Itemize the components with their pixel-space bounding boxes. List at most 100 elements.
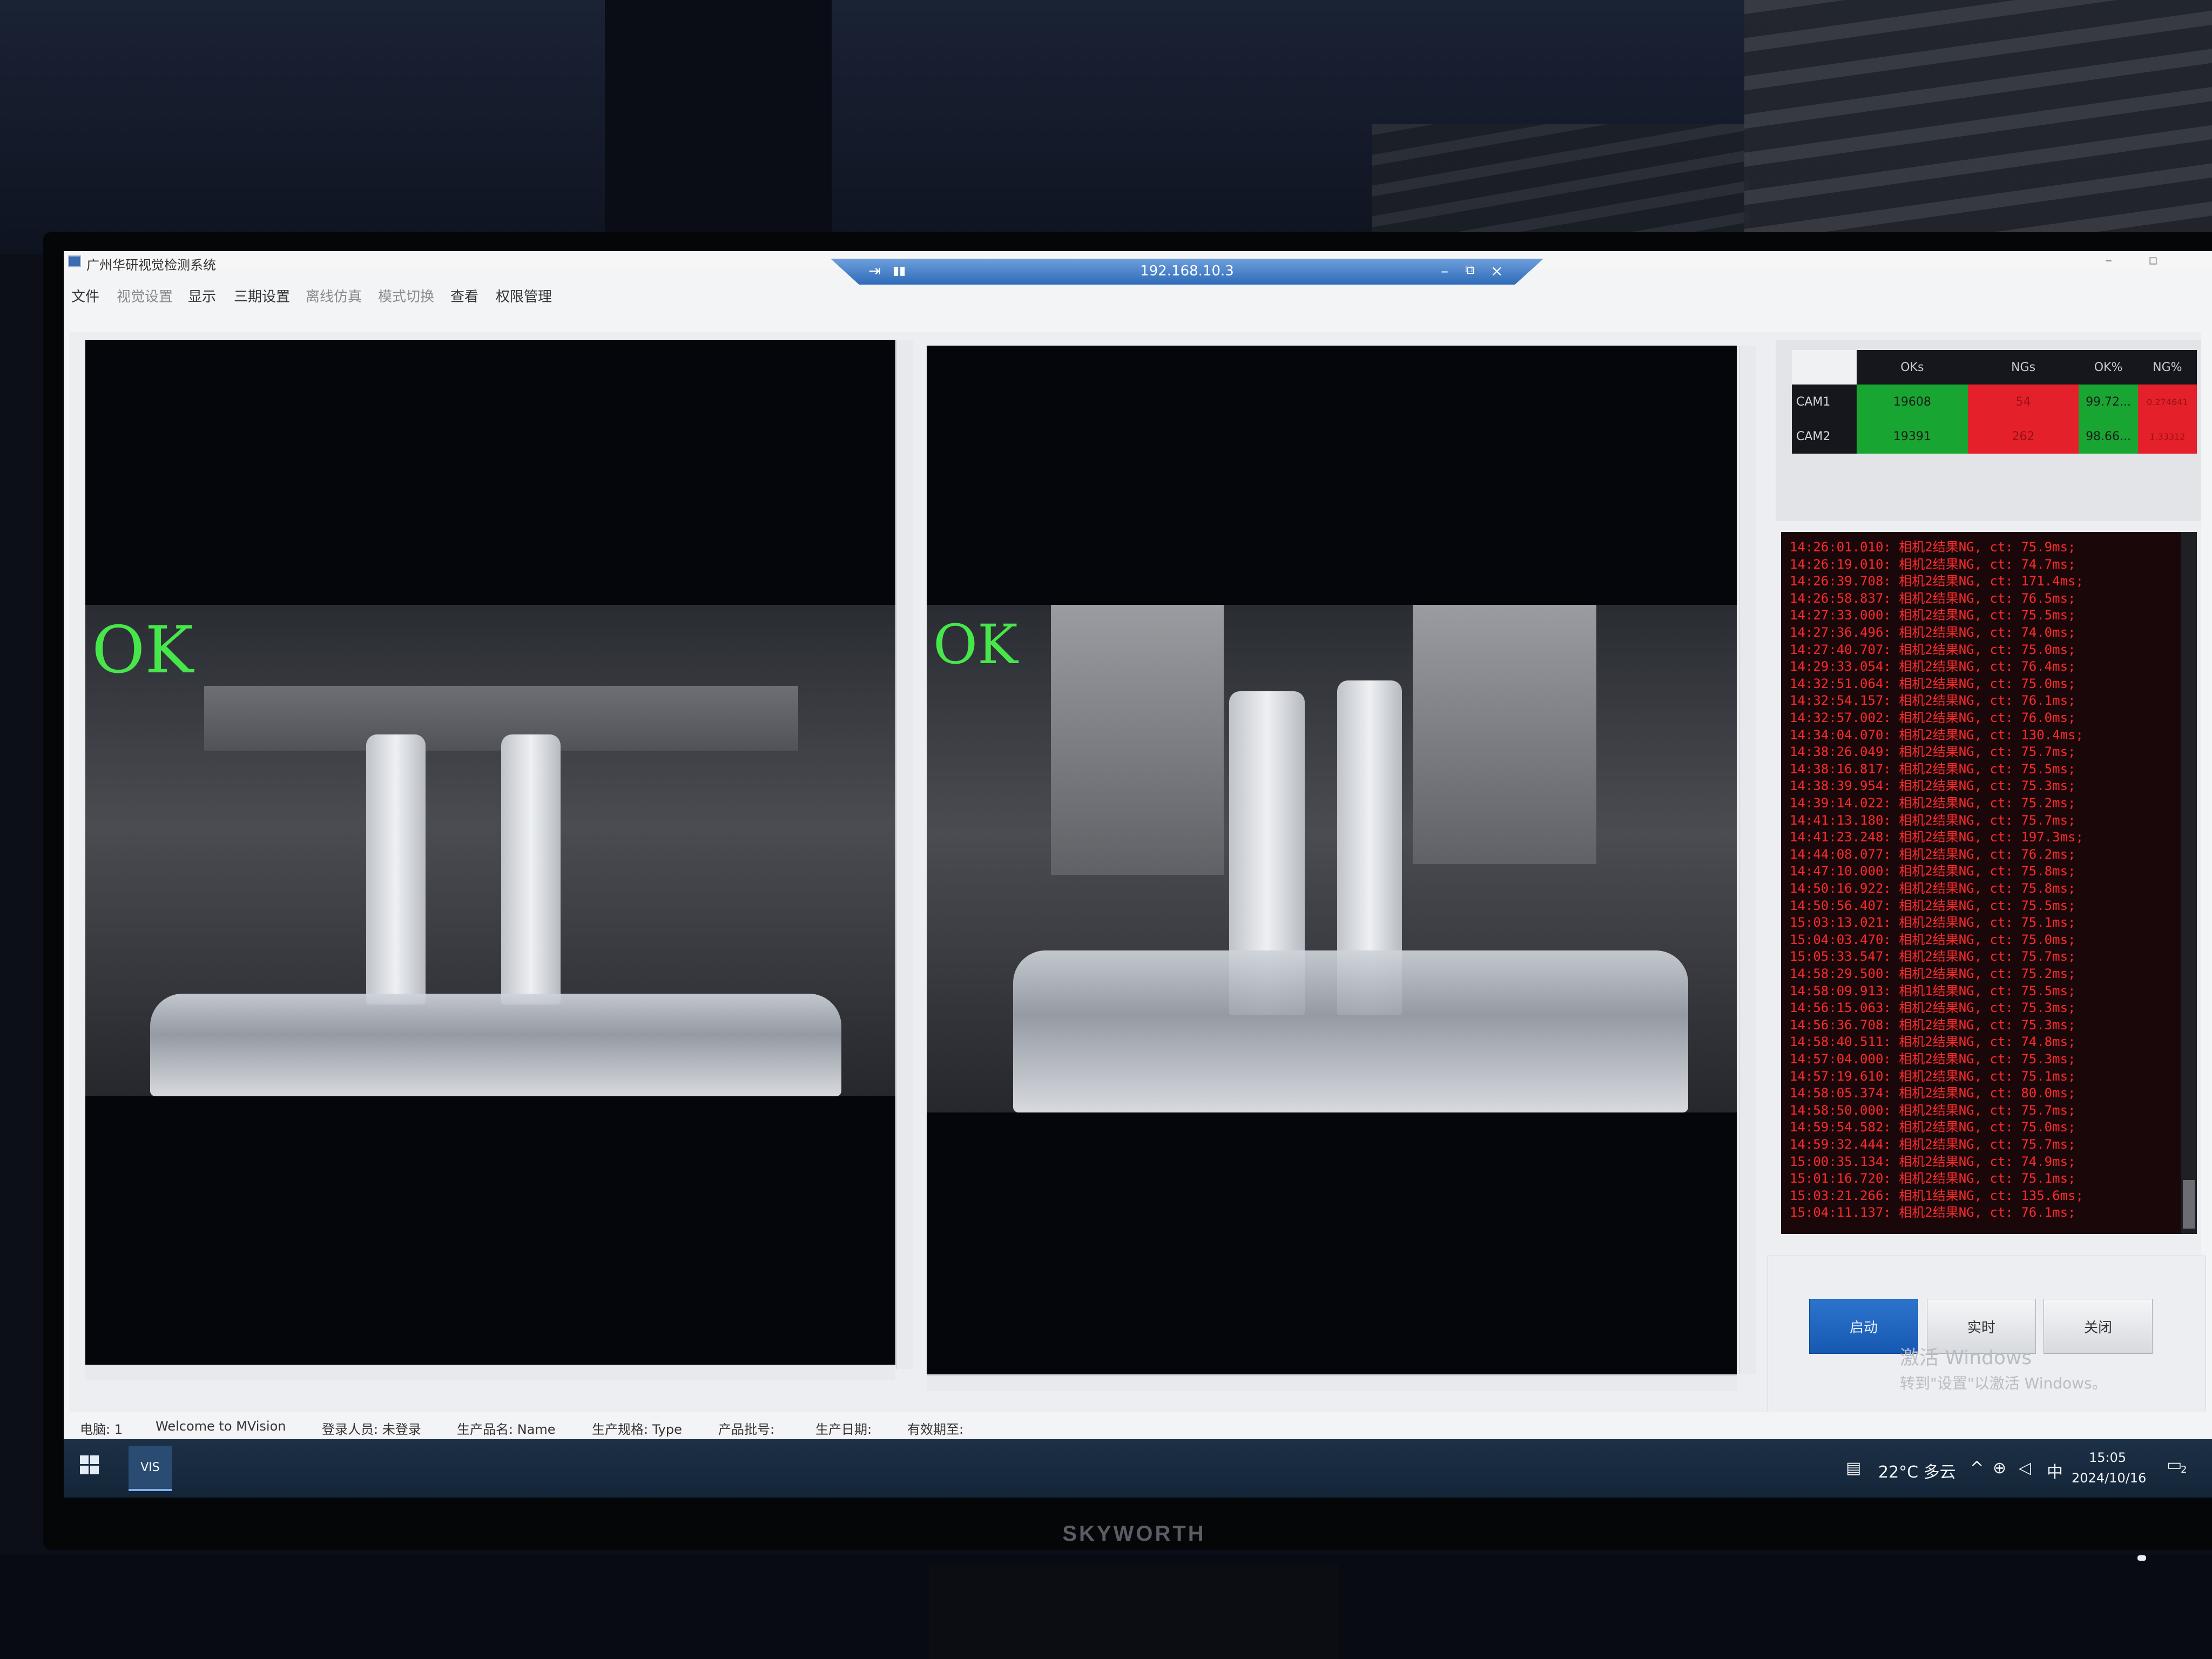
status-welcome: Welcome to MVision: [156, 1419, 286, 1434]
rd-minimize-icon[interactable]: –: [1441, 262, 1448, 280]
row-label-cam1: CAM1: [1792, 385, 1857, 419]
header-ng-pct: NG%: [2137, 350, 2197, 385]
infusion-bag: [150, 994, 841, 1096]
result-ok-label: OK: [933, 613, 1018, 676]
activation-watermark-hint: 转到"设置"以激活 Windows。: [1900, 1374, 2107, 1392]
stats-corner: [1792, 350, 1857, 385]
camera-2-vscrollbar[interactable]: [1739, 346, 1756, 1374]
status-computer: 电脑: 1: [80, 1422, 123, 1437]
log-line: 14:58:05.374: 相机2结果NG, ct: 80.0ms;: [1790, 1085, 2076, 1100]
ng-log-panel[interactable]: 14:26:01.010: 相机2结果NG, ct: 75.9ms; 14:26:…: [1781, 532, 2197, 1234]
ime-indicator[interactable]: 中: [2047, 1459, 2063, 1482]
screen: 广州华研视觉检测系统 – ▫ ⇥ ▮▮ 192.168.10.3 – ⧉ × 文…: [64, 251, 2212, 1498]
activation-watermark-title: 激活 Windows: [1900, 1347, 2032, 1369]
bag-port-right: [501, 734, 561, 1004]
fixture: [204, 686, 798, 751]
menu-permissions[interactable]: 权限管理: [496, 286, 552, 306]
cam2-ngs: 262: [1967, 419, 2079, 454]
menu-vision-settings[interactable]: 视觉设置: [117, 286, 173, 306]
log-line: 14:56:15.063: 相机2结果NG, ct: 75.3ms;: [1790, 1000, 2076, 1014]
tray-chevron-icon[interactable]: ^: [1970, 1459, 1984, 1478]
header-ok-pct: OK%: [2079, 350, 2138, 385]
log-line: 14:32:51.064: 相机2结果NG, ct: 75.0ms;: [1790, 676, 2076, 690]
monitor-brand-logo: SKYWORTH: [1062, 1522, 1206, 1546]
camera-view-1[interactable]: OK: [85, 340, 895, 1369]
log-line: 15:04:11.137: 相机2结果NG, ct: 76.1ms;: [1790, 1205, 2076, 1219]
camera-2-hscrollbar[interactable]: [927, 1375, 1737, 1391]
log-line: 14:38:39.954: 相机2结果NG, ct: 75.3ms;: [1790, 778, 2076, 792]
header-oks: OKs: [1857, 350, 1968, 385]
restore-icon[interactable]: ▫: [2148, 252, 2158, 268]
camera-view-2[interactable]: OK: [927, 346, 1737, 1374]
status-expiry: 有效期至:: [907, 1422, 964, 1437]
result-ok-label: OK: [92, 613, 194, 688]
camera-1-vscrollbar[interactable]: [896, 340, 913, 1369]
weather-text[interactable]: 22°C 多云: [1878, 1459, 1956, 1482]
camera-image-2: [927, 605, 1737, 1112]
windows-start-icon[interactable]: [80, 1455, 99, 1475]
log-line: 14:59:32.444: 相机2结果NG, ct: 75.7ms;: [1790, 1137, 2076, 1150]
menu-mode-switch[interactable]: 模式切换: [378, 286, 434, 306]
log-line: 14:38:26.049: 相机2结果NG, ct: 75.7ms;: [1790, 744, 2076, 758]
log-line: 14:44:08.077: 相机2结果NG, ct: 76.2ms;: [1790, 846, 2076, 860]
rd-close-icon[interactable]: ×: [1491, 262, 1503, 280]
status-production-date: 生产日期:: [815, 1422, 872, 1437]
rd-restore-icon[interactable]: ⧉: [1465, 262, 1474, 277]
log-line: 14:32:57.002: 相机2结果NG, ct: 76.0ms;: [1790, 710, 2076, 724]
vis-taskbar-app[interactable]: VIS: [129, 1446, 172, 1491]
menu-display[interactable]: 显示: [188, 286, 216, 306]
menu-view[interactable]: 查看: [450, 286, 478, 306]
background-rack: [1744, 0, 2212, 259]
log-line: 14:41:23.248: 相机2结果NG, ct: 197.3ms;: [1790, 830, 2083, 844]
notification-icon[interactable]: ▭: [2167, 1455, 2182, 1474]
log-line: 14:26:19.010: 相机2结果NG, ct: 74.7ms;: [1790, 556, 2076, 570]
log-line: 15:03:13.021: 相机2结果NG, ct: 75.1ms;: [1790, 915, 2076, 929]
cam2-ng-pct: 1.33312: [2137, 419, 2197, 454]
volume-icon[interactable]: ◁: [2019, 1459, 2031, 1478]
taskbar: VIS ▤ 22°C 多云 ^ ⊕ ◁ 中 15:05 2024/10/16 ▭…: [64, 1439, 2212, 1498]
menu-offline-sim[interactable]: 离线仿真: [306, 286, 362, 306]
log-scroll-thumb[interactable]: [2183, 1180, 2195, 1229]
menu-phase3-settings[interactable]: 三期设置: [234, 286, 290, 306]
network-icon[interactable]: ⊕: [1993, 1459, 2006, 1478]
menu-bar: 文件 视觉设置 显示 三期设置 离线仿真 模式切换 查看 权限管理: [64, 284, 2212, 305]
cam1-ngs: 54: [1967, 385, 2079, 419]
clock-date[interactable]: 2024/10/16: [2072, 1471, 2146, 1486]
camera-1-hscrollbar[interactable]: [85, 1365, 895, 1380]
menu-file[interactable]: 文件: [71, 286, 99, 306]
window-title: 广州华研视觉检测系统: [86, 258, 216, 273]
remote-ip: 192.168.10.3: [1140, 263, 1234, 279]
log-line: 14:39:14.022: 相机2结果NG, ct: 75.2ms;: [1790, 795, 2076, 809]
log-line: 14:26:39.708: 相机2结果NG, ct: 171.4ms;: [1790, 574, 2083, 588]
log-line: 15:00:35.134: 相机2结果NG, ct: 74.9ms;: [1790, 1154, 2076, 1168]
infusion-bag: [1013, 950, 1688, 1112]
gripper-right: [1413, 605, 1596, 864]
main-area: OK OK OKs NGs OK% NG% CAM1 19608 54 99.7…: [69, 332, 2206, 1423]
cam2-ok-pct: 98.66...: [2079, 419, 2138, 454]
notification-count: 2: [2181, 1464, 2187, 1475]
log-scrollbar[interactable]: [2181, 532, 2197, 1234]
log-line: 15:04:03.470: 相机2结果NG, ct: 75.0ms;: [1790, 932, 2076, 946]
log-line: 15:05:33.547: 相机2结果NG, ct: 75.7ms;: [1790, 949, 2076, 963]
row-label-cam2: CAM2: [1792, 419, 1857, 454]
log-line: 14:57:04.000: 相机2结果NG, ct: 75.3ms;: [1790, 1051, 2076, 1065]
remote-desktop-bar[interactable]: ⇥ ▮▮ 192.168.10.3 – ⧉ ×: [831, 259, 1543, 285]
minimize-icon[interactable]: –: [2105, 252, 2112, 268]
log-line: 14:27:36.496: 相机2结果NG, ct: 74.0ms;: [1790, 625, 2076, 638]
log-line: 15:03:21.266: 相机1结果NG, ct: 135.6ms;: [1790, 1188, 2083, 1202]
status-batch: 产品批号:: [718, 1422, 775, 1437]
status-product-spec: 生产规格: Type: [592, 1422, 682, 1437]
log-line: 14:58:40.511: 相机2结果NG, ct: 74.8ms;: [1790, 1034, 2076, 1048]
header-ngs: NGs: [1967, 350, 2079, 385]
log-line: 14:29:33.054: 相机2结果NG, ct: 76.4ms;: [1790, 659, 2076, 673]
monitor-stand: [929, 1564, 1339, 1659]
weather-icon[interactable]: ▤: [1846, 1459, 1861, 1478]
log-line: 14:57:19.610: 相机2结果NG, ct: 75.1ms;: [1790, 1068, 2076, 1082]
log-line: 14:58:29.500: 相机2结果NG, ct: 75.2ms;: [1790, 966, 2076, 980]
log-line: 14:50:16.922: 相机2结果NG, ct: 75.8ms;: [1790, 881, 2076, 894]
close-button[interactable]: 关闭: [2044, 1299, 2153, 1354]
cam2-oks: 19391: [1857, 419, 1968, 454]
clock-time[interactable]: 15:05: [2089, 1450, 2126, 1465]
log-line: 14:41:13.180: 相机2结果NG, ct: 75.7ms;: [1790, 812, 2076, 826]
app-icon: [68, 255, 81, 267]
